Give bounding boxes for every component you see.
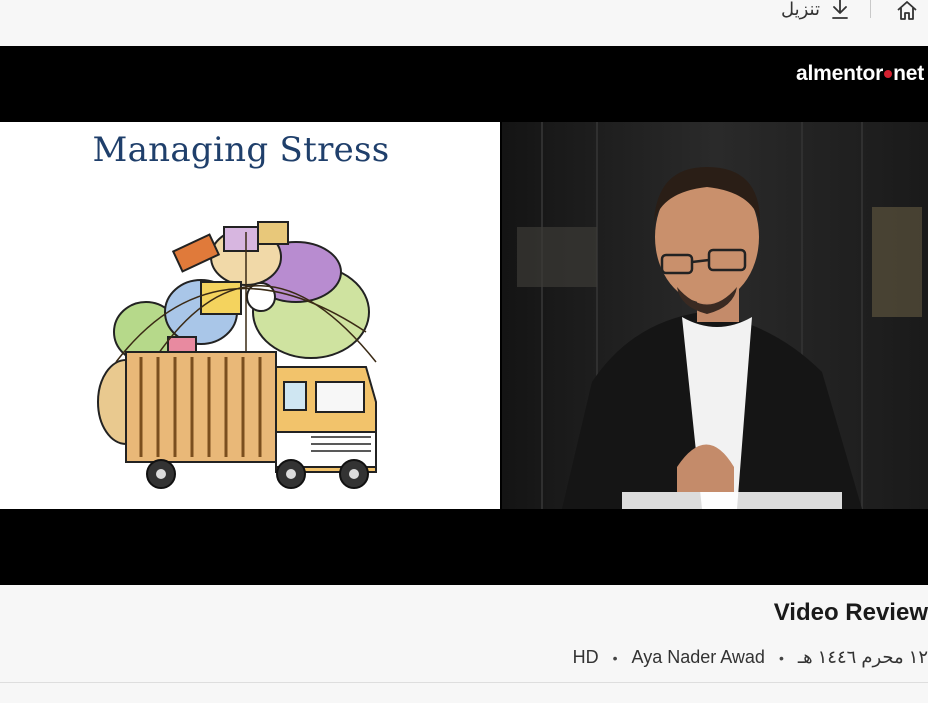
home-icon: [897, 1, 917, 20]
home-button[interactable]: [894, 0, 920, 24]
separator-dot: •: [778, 649, 784, 666]
author-name[interactable]: Aya Nader Awad: [632, 647, 765, 668]
overloaded-truck-illustration: [97, 221, 377, 489]
download-button[interactable]: تنزيل: [781, 0, 850, 22]
speaker-video-frame: [502, 122, 928, 509]
publish-date: ١٢ محرم ١٤٤٦ هـ: [797, 647, 928, 667]
video-info: Video Review HD • Aya Nader Awad • ١٢ مح…: [0, 585, 928, 703]
toolbar-divider: [870, 0, 871, 18]
lecture-slide: Managing Stress: [0, 122, 500, 509]
download-icon: [832, 0, 848, 19]
top-toolbar: تنزيل: [0, 0, 928, 46]
slide-title: Managing Stress: [92, 130, 390, 170]
bottom-divider: [0, 682, 928, 683]
brand-play-dot: [884, 69, 893, 78]
brand-text-left: almentor: [796, 62, 884, 85]
download-label: تنزيل: [780, 0, 820, 19]
separator-dot: •: [612, 649, 618, 666]
video-title: Video Review: [773, 599, 928, 626]
quality-badge: HD: [572, 647, 599, 667]
brand-text-right: net: [893, 62, 924, 85]
brand-logo: almentor net: [796, 62, 924, 86]
speaker-figure: [502, 122, 928, 509]
video-meta: HD • Aya Nader Awad • ١٢ محرم ١٤٤٦ هـ: [573, 647, 928, 668]
video-player[interactable]: almentor net Managing Stress: [0, 46, 928, 585]
